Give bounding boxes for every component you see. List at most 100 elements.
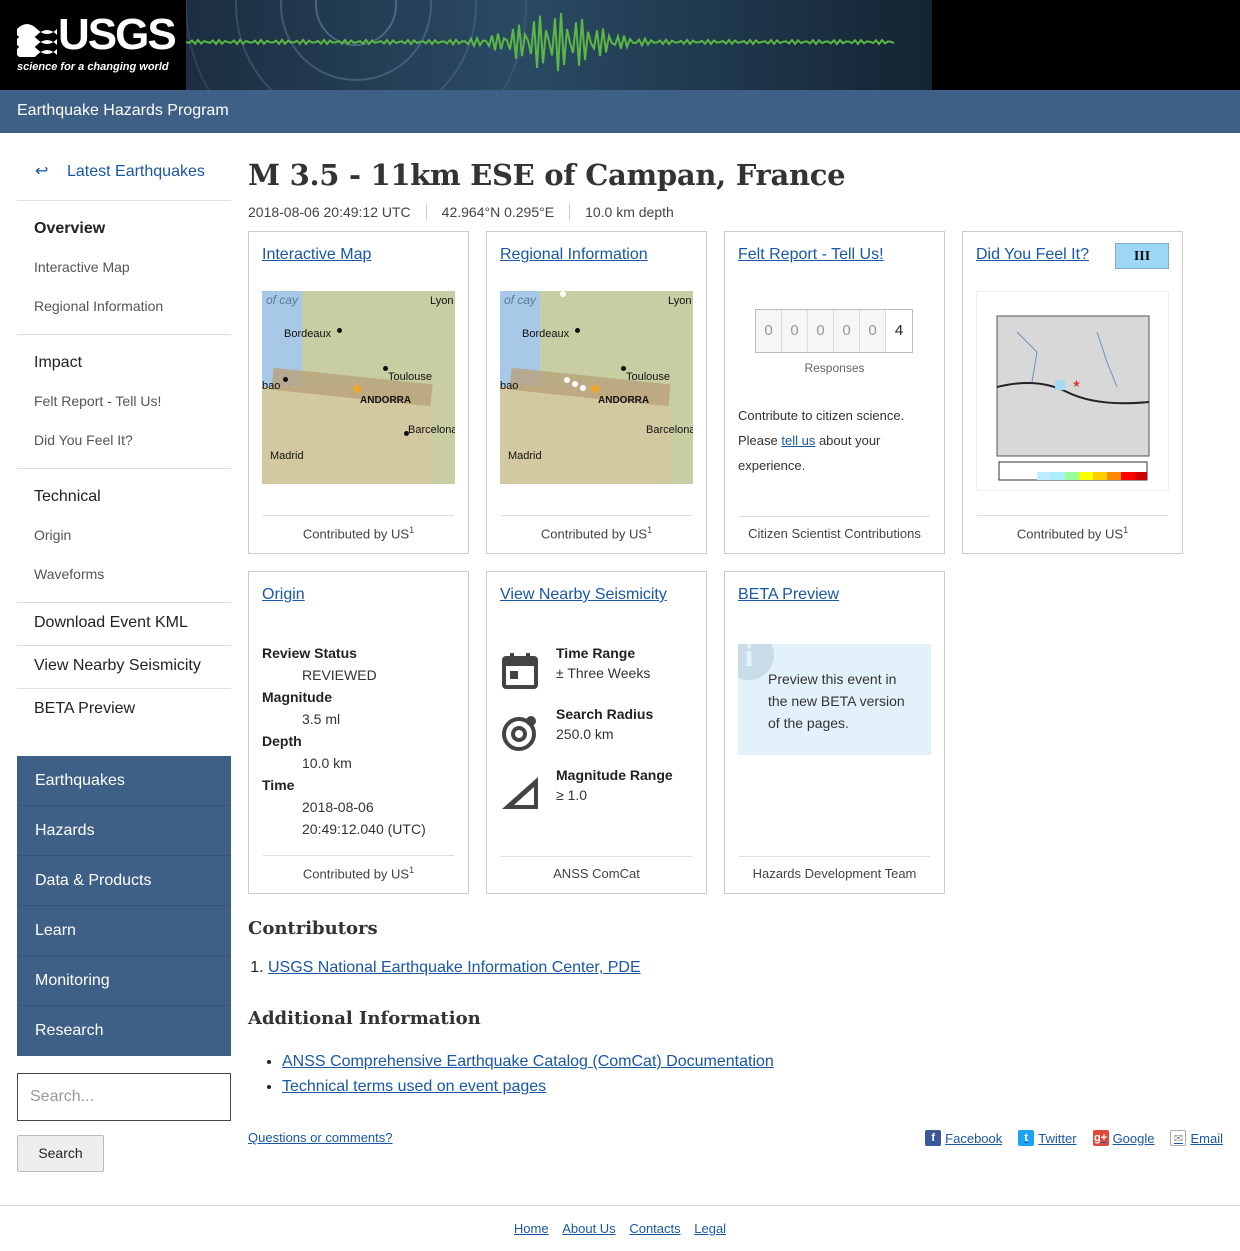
map-label-bordeaux: Bordeaux [284,328,332,340]
footer-about-link[interactable]: About Us [562,1221,615,1236]
responses-label: Responses [804,361,865,375]
google-share-link[interactable]: g+ Google [1092,1130,1154,1146]
search-radius-item: Search Radius 250.0 km [500,706,700,754]
card-contributor: Contributed by US1 [963,514,1182,541]
felt-report-link[interactable]: Felt Report - Tell Us! [738,246,884,264]
search-input[interactable]: Search... [17,1073,231,1121]
calendar-icon [502,653,538,689]
origin-link[interactable]: Origin [262,586,305,604]
magnitude-range-label: Magnitude Range [556,767,673,783]
event-location: 42.964°N 0.295°E [425,204,569,220]
latest-earthquakes-link[interactable]: ↩ Latest Earthquakes [17,150,231,201]
nav-overview-section: Overview Interactive Map Regional Inform… [17,201,231,335]
magnitude-range-value: ≥ 1.0 [556,787,588,803]
review-status-value: REVIEWED [302,667,377,683]
tell-us-link[interactable]: tell us [781,433,815,448]
footer-contacts-link[interactable]: Contacts [629,1221,680,1236]
nav-dyfi[interactable]: Did You Feel It? [17,421,231,460]
map-label-madrid: Madrid [508,450,542,462]
contributors-list: USGS National Earthquake Information Cen… [248,959,948,977]
nav-technical[interactable]: Technical [17,479,231,516]
nav-impact[interactable]: Impact [17,345,231,382]
list-item: USGS National Earthquake Information Cen… [268,959,948,977]
nav-waveforms[interactable]: Waveforms [17,555,231,594]
dyfi-card: Did You Feel It? III ★ Contributed by US… [962,231,1183,554]
map-label-barcelona: Barcelona [646,424,693,436]
nav-origin[interactable]: Origin [17,516,231,555]
beta-preview-link[interactable]: BETA Preview [738,586,839,604]
response-counter: 0 0 0 0 0 4 [755,309,913,353]
felt-report-card: Felt Report - Tell Us! 0 0 0 0 0 4 Respo… [724,231,945,554]
counter-digit: 0 [756,310,782,352]
back-link-label: Latest Earthquakes [67,163,205,180]
map-label-madrid: Madrid [270,450,304,462]
mmi-badge: III [1115,243,1169,269]
review-status-label: Review Status [262,645,357,661]
usgs-logo[interactable]: USGS science for a changing world [0,0,186,90]
nav-nearby-seismicity[interactable]: View Nearby Seismicity [17,646,231,689]
comcat-documentation-link[interactable]: ANSS Comprehensive Earthquake Catalog (C… [282,1053,774,1070]
seismicity-dot [560,291,566,297]
site-nav-data-products[interactable]: Data & Products [17,856,231,906]
site-nav-monitoring[interactable]: Monitoring [17,956,231,1006]
magnitude-value: 3.5 ml [302,711,341,727]
program-title-link[interactable]: Earthquake Hazards Program [17,102,229,120]
dyfi-intensity-map[interactable]: ★ [976,291,1169,491]
nav-interactive-map[interactable]: Interactive Map [17,248,231,287]
list-item: Technical terms used on event pages [282,1074,948,1099]
map-label-bilbao: bao [500,380,519,392]
share-links: f Facebook t Twitter g+ Google ✉ Email [909,1130,1223,1146]
email-share-link[interactable]: ✉ Email [1170,1130,1223,1146]
questions-link[interactable]: Questions or comments? [248,1130,393,1145]
footer-legal-link[interactable]: Legal [694,1221,726,1236]
origin-details: Review Status REVIEWED Magnitude 3.5 ml … [262,642,426,840]
map-label-toulouse: Toulouse [626,371,671,383]
regional-information-link[interactable]: Regional Information [500,246,648,264]
counter-digit: 0 [860,310,886,352]
map-label-barcelona: Barcelona [408,424,455,436]
facebook-icon: f [925,1130,942,1146]
footer-home-link[interactable]: Home [514,1221,549,1236]
nav-technical-section: Technical Origin Waveforms [17,469,231,603]
twitter-share-link[interactable]: t Twitter [1018,1130,1077,1146]
nav-beta-preview[interactable]: BETA Preview [17,689,231,732]
contributor-link[interactable]: USGS National Earthquake Information Cen… [268,959,641,976]
technical-terms-link[interactable]: Technical terms used on event pages [282,1078,546,1095]
sidebar: ↩ Latest Earthquakes Overview Interactive… [17,150,231,1172]
interactive-map-link[interactable]: Interactive Map [262,246,371,264]
nav-regional-information[interactable]: Regional Information [17,287,231,326]
site-nav-learn[interactable]: Learn [17,906,231,956]
twitter-icon: t [1018,1130,1035,1146]
site-nav-earthquakes[interactable]: Earthquakes [17,756,231,806]
nav-felt-report[interactable]: Felt Report - Tell Us! [17,382,231,421]
regional-map-thumbnail[interactable]: of cay Bordeaux Lyon Toulouse bao ★ ANDO… [500,291,693,484]
time-value-clock: 20:49:12.040 (UTC) [302,821,426,837]
program-bar: Earthquake Hazards Program [0,90,1240,133]
time-range-label: Time Range [556,645,636,661]
card-contributor: Contributed by US1 [249,854,468,881]
counter-digit: 0 [808,310,834,352]
back-arrow-icon: ↩ [35,163,49,180]
card-contributor: ANSS ComCat [487,856,706,881]
card-contributor: Hazards Development Team [725,856,944,881]
site-nav-hazards[interactable]: Hazards [17,806,231,856]
interactive-map-thumbnail[interactable]: of cay Bordeaux Lyon Toulouse bao ★ ANDO… [262,291,455,484]
nearby-seismicity-link[interactable]: View Nearby Seismicity [500,586,667,604]
nearby-seismicity-card: View Nearby Seismicity Time Range ± Thre… [486,571,707,894]
google-plus-icon: g+ [1092,1130,1109,1146]
city-marker [383,366,388,371]
map-label-lyon: Lyon [430,295,454,307]
magnitude-range-item: Magnitude Range ≥ 1.0 [500,767,700,815]
dyfi-link[interactable]: Did You Feel It? [976,246,1089,264]
event-time: 2018-08-06 20:49:12 UTC [248,204,411,220]
city-marker [283,377,288,382]
nav-download-kml[interactable]: Download Event KML [17,603,231,646]
search-button[interactable]: Search [17,1135,104,1172]
nav-overview[interactable]: Overview [17,211,231,248]
site-nav-research[interactable]: Research [17,1006,231,1056]
list-item: ANSS Comprehensive Earthquake Catalog (C… [282,1049,948,1074]
map-label-lyon: Lyon [668,295,692,307]
map-label-sea: of cay [504,293,537,307]
facebook-share-link[interactable]: f Facebook [925,1130,1002,1146]
header-banner [186,0,932,90]
